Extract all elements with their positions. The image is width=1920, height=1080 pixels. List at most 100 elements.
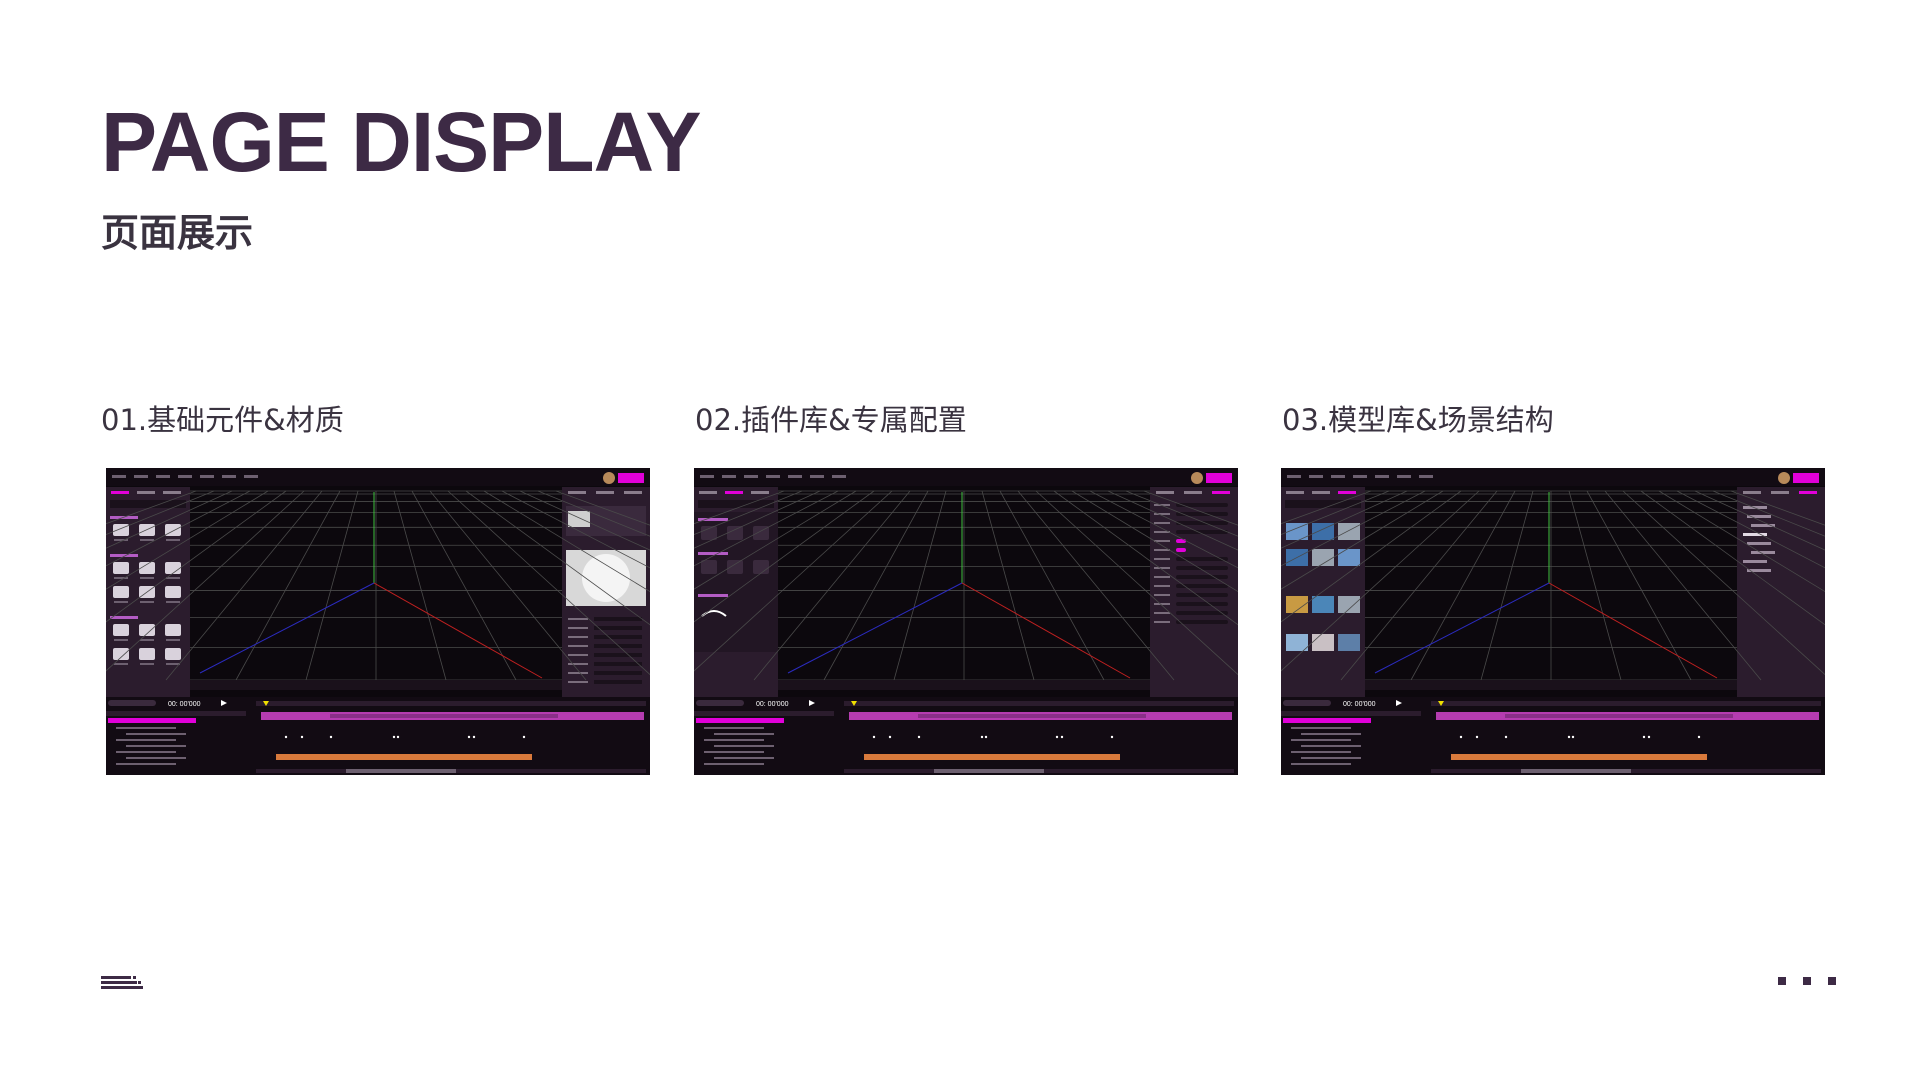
panel-tab — [163, 491, 181, 494]
avatar — [603, 472, 615, 484]
component-label — [114, 601, 128, 603]
property-field — [1176, 584, 1228, 588]
track-row — [1301, 745, 1361, 747]
component-label — [114, 663, 128, 665]
track-selected — [1283, 718, 1371, 723]
audio-clip — [276, 754, 532, 760]
timeline-ruler — [256, 701, 646, 706]
group-label — [698, 594, 728, 597]
track-header — [1281, 711, 1421, 716]
property-label — [1154, 603, 1170, 605]
panel-tab — [1156, 491, 1174, 494]
editor-screenshot-3: 00: 00'000 — [1281, 468, 1825, 775]
viewport-toolbar — [1365, 680, 1737, 690]
menu-item — [1375, 475, 1389, 478]
upload-button — [1206, 473, 1232, 483]
track-row — [714, 757, 774, 759]
track-row — [116, 751, 176, 753]
property-label — [568, 663, 588, 665]
upload-button — [1793, 473, 1819, 483]
timeline-panel — [694, 697, 1238, 775]
menu-item — [134, 475, 148, 478]
keyframe — [396, 735, 400, 739]
avatar — [1778, 472, 1790, 484]
track-selected — [696, 718, 784, 723]
plugin-thumb — [701, 526, 717, 540]
keyframe — [1697, 735, 1701, 739]
panel-tab — [111, 491, 129, 494]
section-caption-1: 01.基础元件&材质 — [101, 403, 344, 437]
component-label — [140, 601, 154, 603]
component-label — [140, 577, 154, 579]
menu-item — [112, 475, 126, 478]
keyframe — [300, 735, 304, 739]
keyframe — [467, 735, 471, 739]
panel-tab — [725, 491, 743, 494]
menu-item — [200, 475, 214, 478]
keyframe — [1571, 735, 1575, 739]
page-subtitle: 页面展示 — [101, 211, 254, 255]
keyframe — [1567, 735, 1571, 739]
timeline-scroll-thumb — [1521, 769, 1631, 773]
track-clip-inner — [330, 714, 558, 718]
editor-screenshot-2: 00: 00'000 — [694, 468, 1238, 775]
track-row — [704, 751, 764, 753]
property-field — [1176, 503, 1228, 507]
component-label — [140, 663, 154, 665]
component-thumb — [113, 524, 129, 536]
panel-tab — [1212, 491, 1230, 494]
timeline-ruler — [844, 701, 1234, 706]
panel-tab — [137, 491, 155, 494]
property-field — [1176, 575, 1228, 579]
track-row — [704, 763, 764, 765]
property-label — [568, 627, 588, 629]
menu-item — [832, 475, 846, 478]
component-thumb — [113, 648, 129, 660]
menu-item — [1397, 475, 1411, 478]
keyframe — [1504, 735, 1508, 739]
audio-clip — [1451, 754, 1707, 760]
timeline-panel — [106, 697, 650, 775]
property-field — [594, 653, 642, 657]
keyframe — [888, 735, 892, 739]
track-row — [1291, 739, 1351, 741]
track-row — [1291, 763, 1351, 765]
component-thumb — [139, 624, 155, 636]
panel-tab — [1286, 491, 1304, 494]
track-clip-inner — [918, 714, 1146, 718]
model-thumb — [1312, 596, 1334, 613]
property-label — [1154, 594, 1170, 596]
keyframe — [522, 735, 526, 739]
panel-tab — [568, 491, 586, 494]
track-selected — [108, 718, 196, 723]
model-thumb — [1312, 634, 1334, 651]
page-title: PAGE DISPLAY — [101, 95, 702, 189]
scene-node — [1747, 542, 1771, 545]
track-row — [116, 763, 176, 765]
plugin-thumb — [727, 526, 743, 540]
property-field — [594, 671, 642, 675]
property-field — [594, 662, 642, 666]
menu-item — [244, 475, 258, 478]
track-row — [714, 745, 774, 747]
component-label — [166, 639, 180, 641]
section-caption-2: 02.插件库&专属配置 — [695, 403, 967, 437]
keyframe — [1055, 735, 1059, 739]
model-thumb — [1338, 634, 1360, 651]
editor-mockup: 00: 00'000 — [106, 468, 650, 775]
property-field — [594, 626, 642, 630]
keyframe — [917, 735, 921, 739]
menu-lines-icon — [101, 976, 143, 989]
component-thumb — [139, 648, 155, 660]
material-sphere — [582, 554, 630, 602]
component-thumb — [113, 624, 129, 636]
menu-item — [178, 475, 192, 478]
menu-item — [1353, 475, 1367, 478]
timeline-scroll-thumb — [346, 769, 456, 773]
panel-tab — [751, 491, 769, 494]
timecode: 00: 00'000 — [1343, 701, 1376, 708]
audio-clip — [864, 754, 1120, 760]
track-row — [1301, 733, 1361, 735]
menu-item — [700, 475, 714, 478]
plugin-thumb — [753, 560, 769, 574]
